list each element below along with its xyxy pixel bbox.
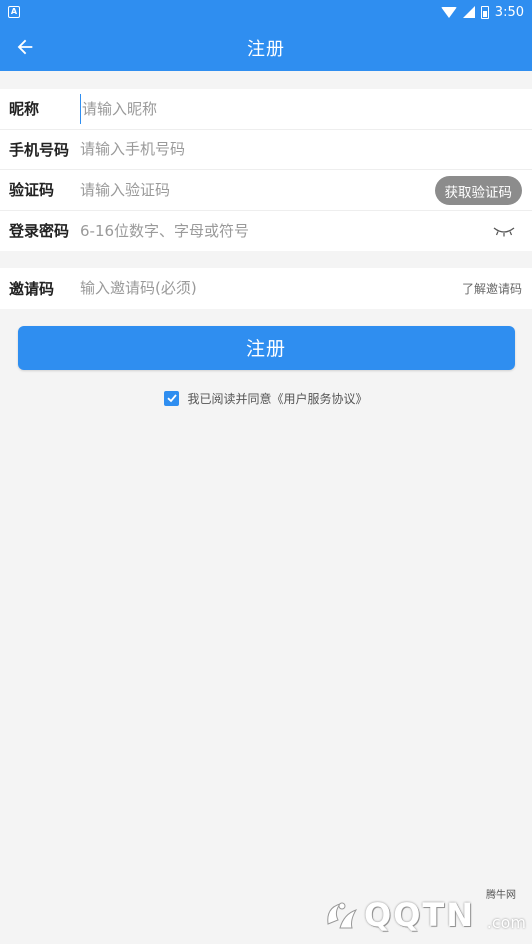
invite-form: 邀请码 了解邀请码 <box>0 268 532 309</box>
code-label: 验证码 <box>9 181 55 200</box>
phone-label: 手机号码 <box>9 140 70 159</box>
status-time: 3:50 <box>494 4 524 20</box>
eye-closed-icon[interactable] <box>492 224 516 238</box>
status-bar: A 3:50 <box>0 0 532 24</box>
invite-label: 邀请码 <box>9 279 55 298</box>
learn-invite-link[interactable]: 了解邀请码 <box>462 280 522 297</box>
invite-row: 邀请码 了解邀请码 <box>0 268 532 309</box>
check-icon <box>167 394 177 403</box>
register-form: 昵称 手机号码 验证码 获取验证码 登录密码 <box>0 89 532 251</box>
password-label: 登录密码 <box>9 222 70 241</box>
agreement-text[interactable]: 我已阅读并同意《用户服务协议》 <box>187 390 367 407</box>
agreement-row: 我已阅读并同意《用户服务协议》 <box>0 390 532 407</box>
page-title: 注册 <box>247 38 285 60</box>
wifi-icon <box>440 6 457 18</box>
get-code-button[interactable]: 获取验证码 <box>434 176 522 205</box>
signal-icon <box>462 6 475 18</box>
watermark-suffix: .com <box>486 913 526 932</box>
nickname-label: 昵称 <box>9 100 40 119</box>
arrow-left-icon[interactable] <box>10 32 40 62</box>
phone-input[interactable] <box>80 134 532 165</box>
watermark: 腾牛网 QQTN .com <box>316 884 526 940</box>
app-bar: 注册 <box>0 24 532 71</box>
password-row: 登录密码 <box>0 211 532 252</box>
nickname-row: 昵称 <box>0 89 532 130</box>
agreement-checkbox[interactable] <box>164 390 180 406</box>
qqtn-logo-icon <box>327 902 358 929</box>
code-row: 验证码 获取验证码 <box>0 170 532 211</box>
password-input[interactable] <box>80 215 532 246</box>
nickname-input[interactable] <box>80 93 532 124</box>
phone-row: 手机号码 <box>0 130 532 170</box>
watermark-small-text: 腾牛网 <box>486 890 516 901</box>
register-button[interactable]: 注册 <box>17 325 515 370</box>
watermark-brand: QQTN <box>364 896 476 934</box>
notification-icon: A <box>8 6 20 18</box>
battery-icon <box>480 5 489 19</box>
